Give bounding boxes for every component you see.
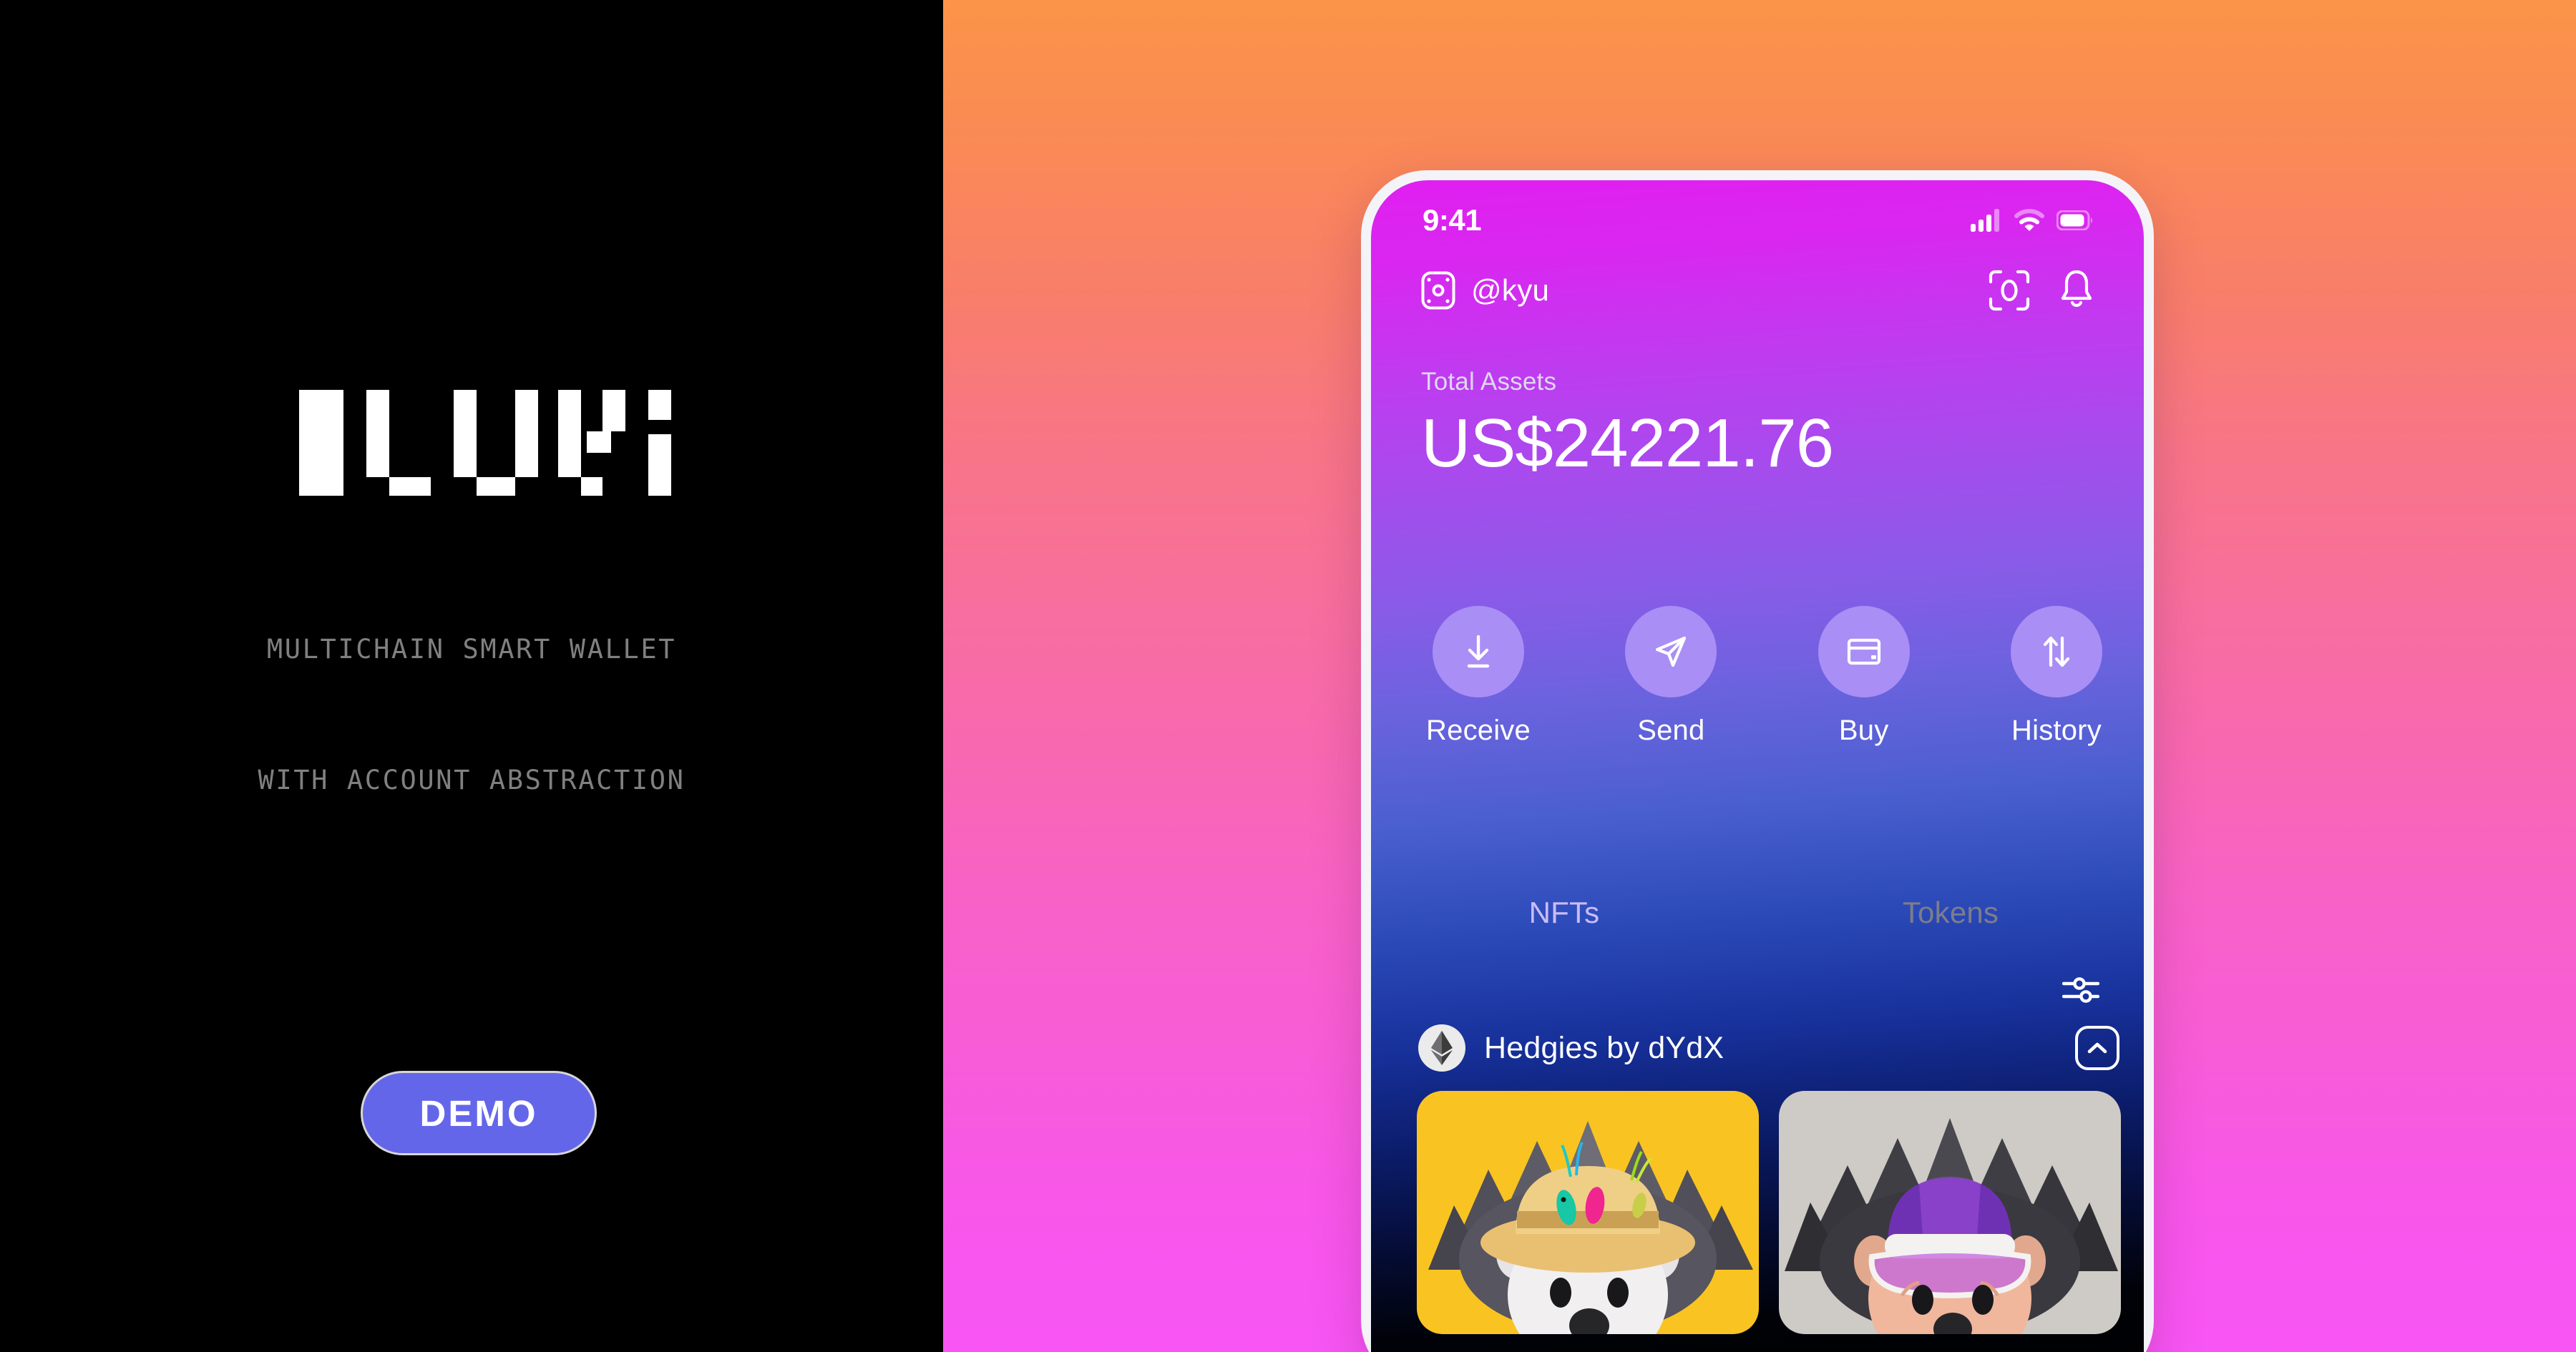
filter-button[interactable] [2062,973,2100,1009]
app-header: @kyu [1371,269,2144,312]
tab-nfts[interactable]: NFTs [1371,896,1757,930]
sliders-filter-icon [2062,977,2100,1003]
user-handle: @kyu [1471,273,1550,307]
credit-card-icon [1847,638,1880,665]
collection-name: Hedgies by dYdX [1484,1030,1724,1065]
nft-card-hedgie-bucket-hat[interactable] [1417,1091,1759,1334]
collection-collapse-button[interactable] [2075,1026,2119,1070]
content-tabs: NFTs Tokens [1371,896,2144,930]
wifi-icon [2014,209,2044,231]
action-history-label: History [2011,715,2102,746]
action-receive[interactable]: Receive [1414,606,1543,747]
action-history-circle [2010,606,2102,697]
screenshot-root: MULTICHAIN SMART WALLET WITH ACCOUNT ABS… [0,0,2576,1352]
action-buy-label: Buy [1838,715,1889,746]
action-send[interactable]: Send [1606,606,1735,747]
action-send-circle [1625,606,1717,697]
tagline-line-2: WITH ACCOUNT ABSTRACTION [258,765,686,795]
action-receive-label: Receive [1426,715,1531,746]
action-history[interactable]: History [1992,606,2121,747]
promo-panel: 9:41 @kyu Total Assets US$24221.76 Recei… [943,0,2576,1352]
chevron-up-icon [2087,1042,2107,1054]
brand-content: MULTICHAIN SMART WALLET WITH ACCOUNT ABS… [0,0,943,1352]
status-icon-group [1971,209,2094,232]
fluvi-logo [266,390,696,496]
action-buy-circle [1818,606,1910,697]
action-receive-circle [1433,606,1524,697]
demo-button[interactable]: DEMO [361,1071,597,1155]
phone-screen: 9:41 @kyu Total Assets US$24221.76 Recei… [1371,180,2144,1352]
quick-actions: Receive Send Buy History [1414,606,2121,747]
paper-plane-icon [1656,636,1687,667]
cellular-signal-icon [1971,209,1999,232]
face-scan-icon[interactable] [1988,269,2031,312]
action-buy[interactable]: Buy [1800,606,1928,747]
ethereum-icon [1418,1024,1465,1072]
status-clock: 9:41 [1423,203,1482,237]
balance-label: Total Assets [1421,368,1557,396]
balance-value: US$24221.76 [1421,405,1834,481]
collection-header: Hedgies by dYdX [1418,1024,2119,1072]
header-actions [1988,269,2095,312]
brand-tagline: MULTICHAIN SMART WALLET WITH ACCOUNT ABS… [0,540,943,889]
tab-tokens[interactable]: Tokens [1757,896,2144,930]
nft-grid [1417,1091,2121,1334]
account-card-icon [1421,271,1455,310]
status-bar: 9:41 [1371,180,2144,249]
download-arrow-icon [1467,635,1490,668]
tagline-line-1: MULTICHAIN SMART WALLET [266,634,677,665]
balance-block: Total Assets US$24221.76 [1421,368,1834,481]
nft-card-hedgie-purple-visor[interactable] [1779,1091,2121,1334]
phone-mockup: 9:41 @kyu Total Assets US$24221.76 Recei… [1361,170,2154,1352]
brand-panel: MULTICHAIN SMART WALLET WITH ACCOUNT ABS… [0,0,943,1352]
swap-arrows-icon [2043,636,2070,667]
user-chip[interactable]: @kyu [1421,271,1549,310]
bell-icon[interactable] [2058,269,2095,312]
action-send-label: Send [1637,715,1705,746]
collection-identity: Hedgies by dYdX [1418,1024,1724,1072]
battery-icon [2057,210,2092,230]
